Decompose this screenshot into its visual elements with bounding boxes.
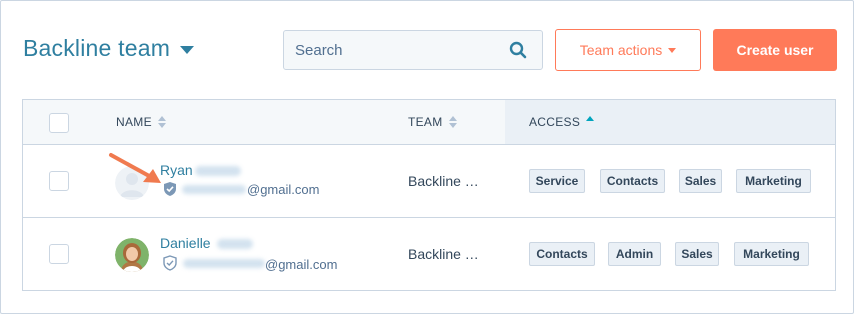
search-icon[interactable] [508,40,528,60]
column-header-access[interactable]: ACCESS [529,100,595,144]
select-all-checkbox[interactable] [49,113,69,133]
row-checkbox[interactable] [49,244,69,264]
email-domain: @gmail.com [247,182,320,197]
chevron-down-icon [180,45,195,54]
team-cell: Backline … [408,173,479,189]
column-header-name[interactable]: NAME [116,100,166,144]
users-table: NAME TEAM ACCESS Ryan @gmail.com Backlin… [22,99,836,291]
redacted-email-user [182,185,246,194]
column-label-access: ACCESS [529,115,581,129]
search-box [283,30,543,70]
user-name[interactable]: Danielle [160,235,211,251]
access-tag: Sales [679,169,722,193]
sort-icon [448,116,457,128]
column-label-name: NAME [116,115,152,129]
access-tag: Marketing [736,169,811,193]
column-label-team: TEAM [408,115,443,129]
create-user-button[interactable]: Create user [713,29,837,71]
column-header-team[interactable]: TEAM [408,100,457,144]
avatar [115,238,149,272]
redacted-last-name [195,166,241,176]
team-panel: Backline team Team actions Create user N… [0,0,854,314]
redacted-email-user [183,259,265,268]
sort-icon [157,116,166,128]
table-header: NAME TEAM ACCESS [23,100,835,145]
email-domain: @gmail.com [265,257,338,272]
team-cell: Backline … [408,246,479,262]
pointer-arrow-icon [109,153,161,183]
access-tag: Contacts [529,242,595,266]
redacted-last-name [217,239,253,249]
access-tag: Admin [608,242,661,266]
access-tag: Contacts [600,169,665,193]
team-actions-button[interactable]: Team actions [555,29,701,71]
access-tag: Marketing [734,242,809,266]
access-tag: Service [529,169,585,193]
caret-down-icon [668,48,677,53]
access-tag: Sales [675,242,719,266]
sort-ascending-icon [586,116,595,128]
shield-icon [163,255,177,271]
search-input[interactable] [284,31,508,69]
table-row: Danielle @gmail.com Backline … Contacts … [23,219,835,292]
team-actions-label: Team actions [579,42,663,58]
page-title: Backline team [23,35,171,61]
team-title-dropdown[interactable]: Backline team [23,35,195,62]
create-user-label: Create user [736,42,814,58]
row-checkbox[interactable] [49,171,69,191]
